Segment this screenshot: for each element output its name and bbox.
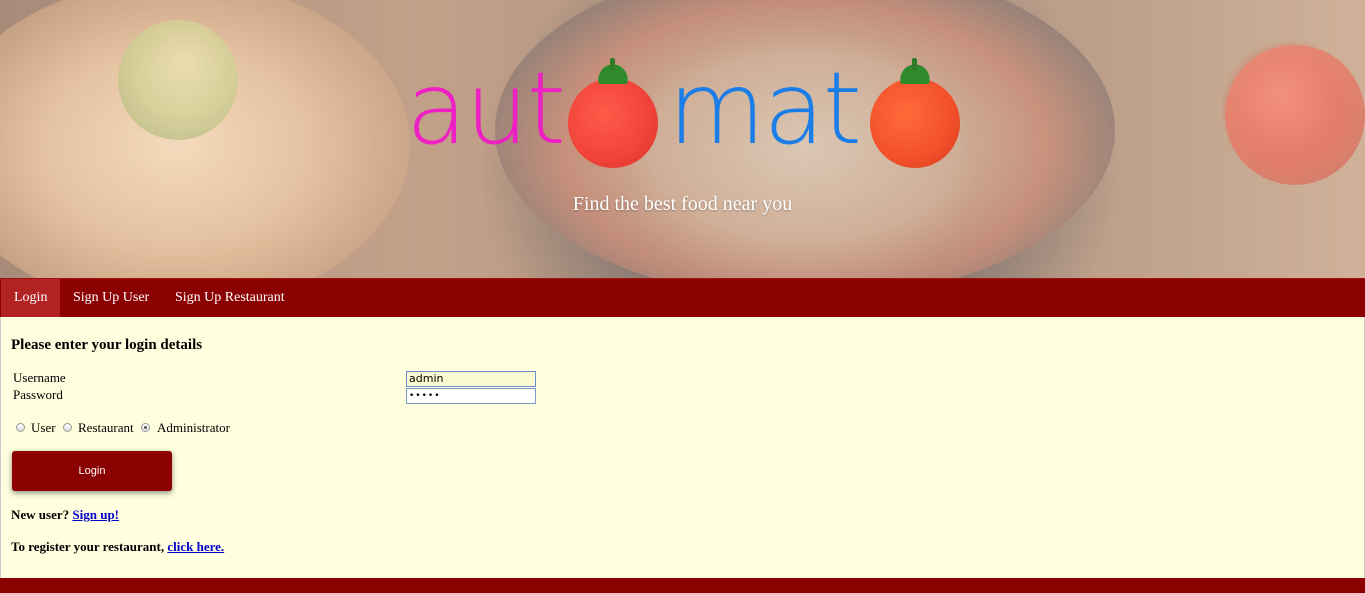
- role-administrator-radio[interactable]: [141, 423, 150, 432]
- logo-text-part1: aut: [406, 50, 566, 167]
- role-restaurant-label: Restaurant: [78, 420, 134, 435]
- tab-login[interactable]: Login: [1, 279, 60, 318]
- footer-bar: [0, 578, 1365, 593]
- tab-sign-up-restaurant[interactable]: Sign Up Restaurant: [162, 279, 298, 318]
- password-field[interactable]: •••••: [406, 388, 536, 404]
- new-user-line: New user? Sign up!: [11, 507, 119, 523]
- register-restaurant-link[interactable]: click here.: [167, 539, 224, 554]
- tomato-icon: [568, 58, 658, 168]
- logo-text-part2: mat: [668, 50, 862, 167]
- login-heading: Please enter your login details: [11, 337, 203, 353]
- register-restaurant-line: To register your restaurant, click here.: [11, 539, 224, 555]
- register-text: To register your restaurant,: [11, 539, 165, 554]
- main-nav: Login Sign Up User Sign Up Restaurant: [0, 278, 1365, 318]
- sign-up-link[interactable]: Sign up!: [72, 507, 119, 522]
- login-button[interactable]: Login: [12, 451, 172, 491]
- tab-sign-up-user[interactable]: Sign Up User: [60, 279, 162, 318]
- role-restaurant-radio[interactable]: [63, 423, 72, 432]
- role-administrator-label: Administrator: [157, 420, 230, 435]
- password-label: Password: [13, 387, 63, 402]
- new-user-text: New user?: [11, 507, 70, 522]
- tagline: Find the best food near you: [572, 193, 793, 215]
- tomato-icon: [870, 58, 960, 168]
- username-label: Username: [13, 370, 66, 385]
- role-user-radio[interactable]: [16, 423, 25, 432]
- automato-logo: aut mat: [406, 54, 966, 174]
- username-field[interactable]: admin: [406, 371, 536, 387]
- hero-banner: aut mat Find the best food near you: [0, 0, 1365, 278]
- role-user-label: User: [31, 420, 56, 435]
- login-panel: Please enter your login details Username…: [0, 317, 1365, 578]
